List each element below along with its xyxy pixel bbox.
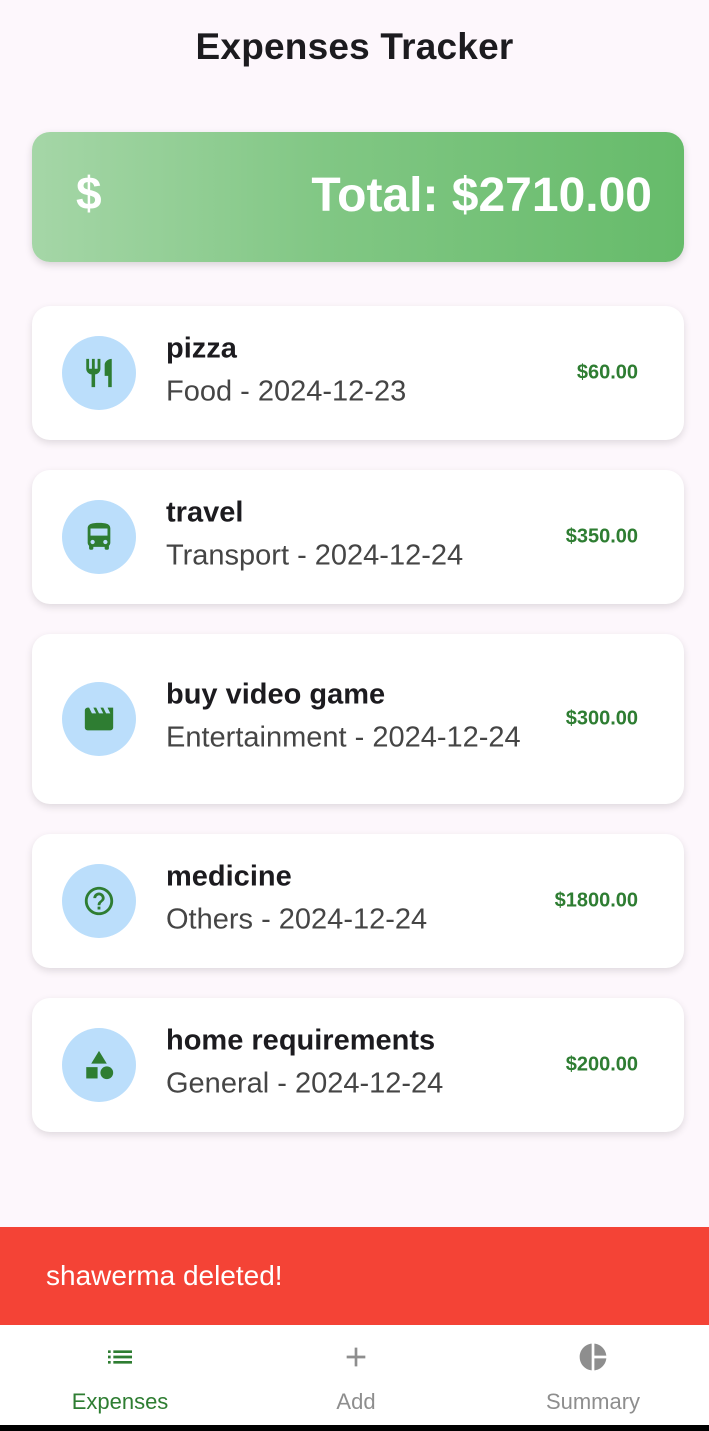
list-icon: [104, 1341, 136, 1373]
expense-category-date: Others - 2024-12-24: [166, 903, 428, 936]
expense-amount: $350.00: [565, 525, 638, 548]
snackbar-message: shawerma deleted!: [46, 1260, 283, 1291]
plus-icon: [340, 1341, 372, 1373]
total-amount: Total: $2710.00: [311, 169, 652, 222]
page-title: Expenses Tracker: [195, 26, 514, 67]
movie-icon: [62, 682, 136, 756]
restaurant-icon: [62, 336, 136, 410]
nav-item-summary[interactable]: Summary: [475, 1325, 709, 1425]
expense-item[interactable]: home requirements General - 2024-12-24 $…: [32, 998, 684, 1132]
expense-item[interactable]: travel Transport - 2024-12-24 $350.00: [32, 470, 684, 604]
expense-amount: $200.00: [565, 1053, 638, 1076]
bottom-navigation: Expenses Add Summary: [0, 1325, 709, 1425]
expense-name: pizza: [166, 332, 237, 365]
expense-item[interactable]: pizza Food - 2024-12-23 $60.00: [32, 306, 684, 440]
expense-name: home requirements: [166, 1024, 436, 1057]
expense-name: medicine: [166, 860, 292, 893]
expense-name: travel: [166, 496, 244, 529]
total-summary-card: $ Total: $2710.00: [32, 132, 684, 262]
bus-icon: [62, 500, 136, 574]
pie-chart-icon: [577, 1341, 609, 1373]
help-circle-icon: [62, 864, 136, 938]
expense-category-date: Food - 2024-12-23: [166, 375, 407, 408]
expense-amount: $60.00: [576, 361, 638, 384]
dollar-icon: $: [76, 167, 102, 219]
nav-item-expenses[interactable]: Expenses: [2, 1325, 238, 1425]
system-bar-edge: [0, 1425, 709, 1431]
category-shapes-icon: [62, 1028, 136, 1102]
expense-category-date: Transport - 2024-12-24: [166, 539, 464, 572]
nav-label-expenses: Expenses: [71, 1389, 169, 1414]
app-screen: Expenses Tracker $ Total: $2710.00 pizza…: [0, 0, 709, 1431]
expense-list: pizza Food - 2024-12-23 $60.00 travel Tr…: [32, 306, 684, 1162]
snackbar: shawerma deleted!: [0, 1227, 709, 1325]
expense-name: buy video game: [166, 678, 386, 711]
nav-item-add[interactable]: Add: [238, 1325, 474, 1425]
nav-label-add: Add: [336, 1389, 376, 1414]
expense-item[interactable]: buy video game Entertainment - 2024-12-2…: [32, 634, 684, 804]
expense-item[interactable]: medicine Others - 2024-12-24 $1800.00: [32, 834, 684, 968]
expense-amount: $300.00: [565, 707, 638, 730]
expense-category-date: General - 2024-12-24: [166, 1067, 444, 1100]
expense-amount: $1800.00: [554, 889, 638, 912]
expense-category-date: Entertainment - 2024-12-24: [166, 721, 521, 754]
nav-label-summary: Summary: [545, 1389, 641, 1414]
